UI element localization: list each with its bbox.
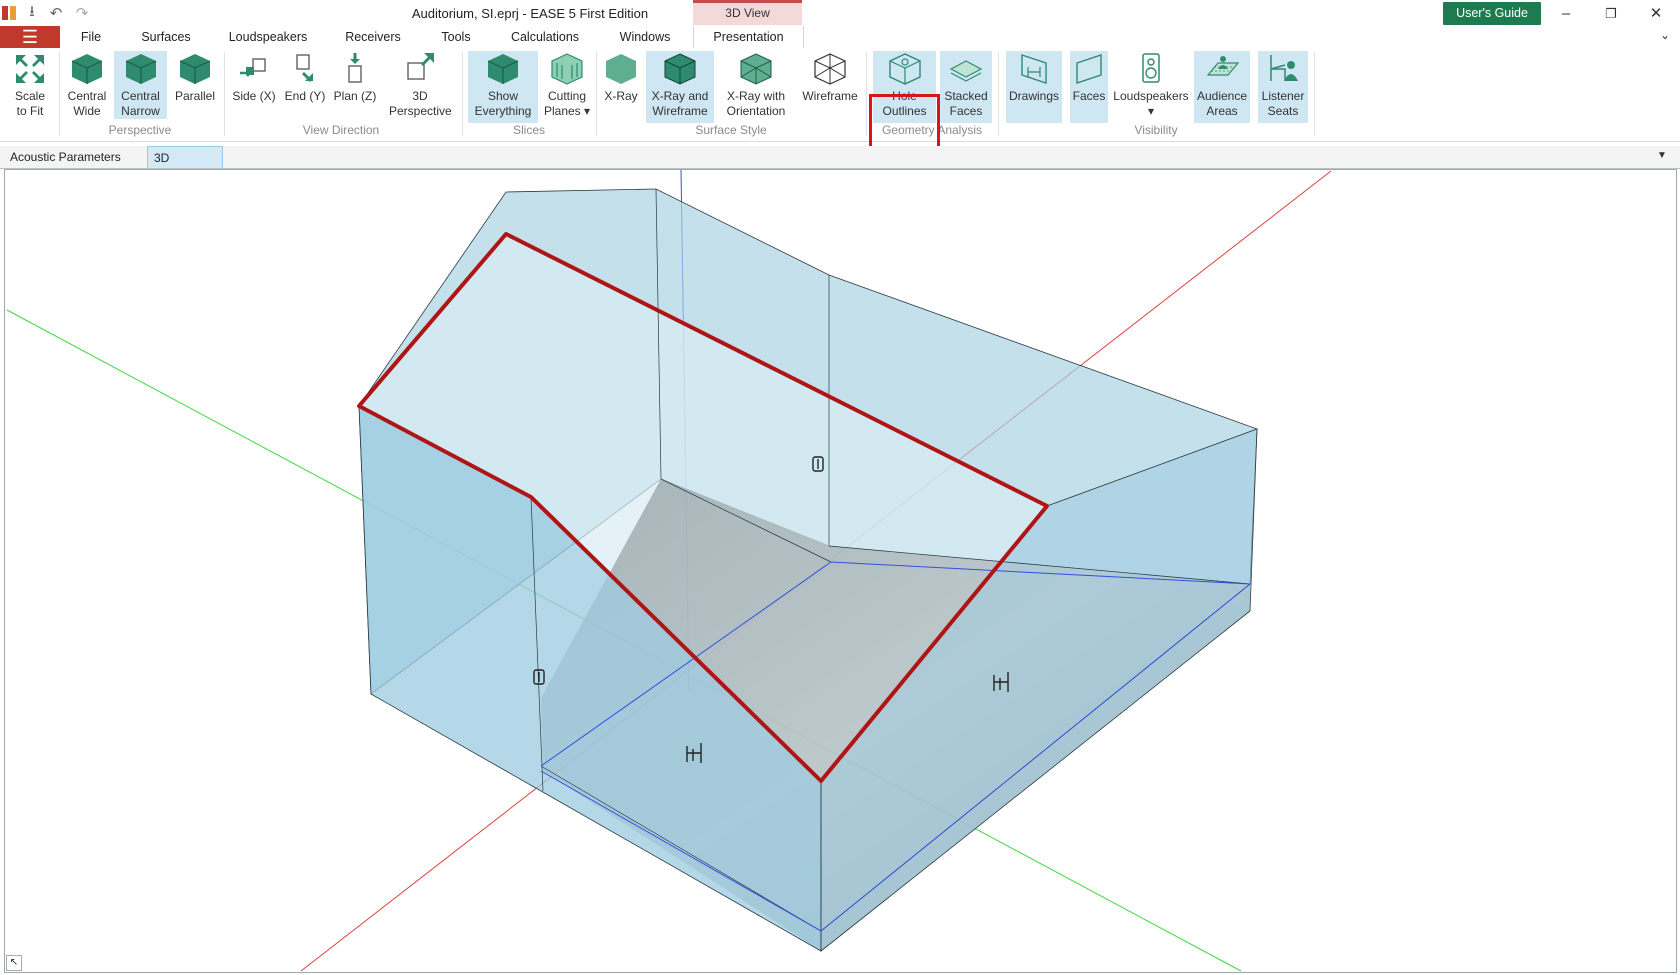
solid-cube-icon	[487, 54, 519, 84]
tab-calculations[interactable]: Calculations	[505, 26, 585, 48]
3d-scene[interactable]	[5, 170, 1677, 973]
tab-receivers[interactable]: Receivers	[340, 26, 406, 48]
drawings-icon	[1021, 54, 1047, 84]
ribbon-collapse-icon[interactable]: ⌄	[1660, 28, 1670, 42]
tab-presentation[interactable]: Presentation	[693, 26, 804, 48]
end-y-label: End (Y)	[284, 89, 326, 103]
room-volume	[358, 188, 1258, 952]
tab-surfaces[interactable]: Surfaces	[135, 26, 197, 48]
users-guide-button[interactable]: User's Guide	[1443, 2, 1541, 25]
tab-windows[interactable]: Windows	[612, 26, 678, 48]
cube-icon	[125, 54, 156, 84]
separator	[866, 52, 867, 136]
side-x-button[interactable]: Side (X)	[230, 51, 278, 104]
tabs-dropdown-icon[interactable]: ▼	[1657, 150, 1667, 161]
pointer-tool-icon[interactable]: ↖	[6, 955, 22, 971]
context-tab-title: 3D View	[693, 0, 802, 25]
listener-seats-icon	[1270, 55, 1298, 81]
listener-seats-button[interactable]: Listener Seats	[1258, 51, 1308, 123]
end-view-icon	[296, 54, 313, 83]
separator	[998, 52, 999, 136]
separator	[596, 52, 597, 136]
stacked-faces-label: Stacked Faces	[944, 89, 988, 118]
tab-file[interactable]: File	[72, 26, 110, 48]
group-label-surface-style: Surface Style	[695, 123, 767, 137]
hamburger-icon: ☰	[21, 26, 39, 47]
3d-perspective-button[interactable]: 3D Perspective	[389, 51, 452, 119]
parallel-label: Parallel	[174, 89, 216, 103]
plan-z-label: Plan (Z)	[333, 89, 377, 103]
tab-tools[interactable]: Tools	[435, 26, 477, 48]
cutting-planes-icon	[551, 53, 583, 85]
doc-tab-acoustic-parameters[interactable]: Acoustic Parameters	[4, 146, 144, 168]
xray-wireframe-button[interactable]: X-Ray and Wireframe	[646, 51, 714, 123]
stacked-faces-icon	[949, 60, 983, 82]
faces-label: Faces	[1072, 89, 1106, 103]
central-narrow-button[interactable]: Central Narrow	[114, 51, 167, 119]
drawings-label: Drawings	[1008, 89, 1059, 103]
loudspeakers-label: Loudspeakers ▾	[1113, 89, 1189, 118]
scale-to-fit-icon	[16, 55, 44, 83]
wireframe-button[interactable]: Wireframe	[798, 51, 862, 104]
loudspeakers-visibility-button[interactable]: Loudspeakers ▾	[1112, 51, 1190, 119]
perspective-3d-icon	[407, 53, 434, 80]
xray-orientation-icon	[740, 53, 772, 85]
xray-cube-icon	[606, 54, 636, 84]
window-title: Auditorium, SI.eprj - EASE 5 First Editi…	[411, 6, 649, 21]
document-tabs-bar: Acoustic Parameters 3D View✕	[0, 146, 1680, 187]
audience-areas-button[interactable]: Audience Areas	[1194, 51, 1250, 123]
central-narrow-label: Central Narrow	[121, 89, 160, 118]
xray-wireframe-label: X-Ray and Wireframe	[651, 89, 709, 118]
scale-to-fit-button[interactable]: Scale to Fit	[6, 51, 54, 119]
hamburger-menu-button[interactable]: ☰	[0, 26, 60, 48]
group-label-perspective: Perspective	[108, 123, 172, 137]
audience-areas-label: Audience Areas	[1196, 89, 1248, 118]
separator	[462, 52, 463, 136]
central-wide-label: Central Wide	[67, 89, 107, 118]
tab-loudspeakers[interactable]: Loudspeakers	[225, 26, 311, 48]
cube-icon	[71, 54, 103, 84]
ribbon: Scale to Fit Central Wide Central Narrow…	[0, 48, 1680, 173]
side-view-icon	[240, 58, 266, 77]
title-bar: ⭳ ↶ ↷ Auditorium, SI.eprj - EASE 5 First…	[0, 0, 1680, 28]
faces-button[interactable]: Faces	[1070, 51, 1108, 123]
plan-view-icon	[348, 53, 362, 83]
minimize-button[interactable]: –	[1546, 2, 1586, 26]
wireframe-label: Wireframe	[802, 89, 858, 103]
xray-orientation-button[interactable]: X-Ray with Orientation	[719, 51, 793, 119]
xray-wireframe-icon	[664, 53, 696, 85]
group-label-view-direction: View Direction	[302, 123, 380, 137]
listener-seats-label: Listener Seats	[1261, 89, 1305, 118]
audience-areas-icon	[1206, 56, 1240, 76]
xray-button[interactable]: X-Ray	[601, 51, 641, 104]
cutting-planes-label: Cutting Planes ▾	[543, 89, 591, 118]
cutting-planes-button[interactable]: Cutting Planes ▾	[542, 51, 592, 119]
central-wide-button[interactable]: Central Wide	[63, 51, 111, 119]
separator	[224, 52, 225, 136]
side-x-label: Side (X)	[232, 89, 276, 103]
3d-perspective-label: 3D Perspective	[389, 89, 452, 118]
scale-to-fit-label: Scale to Fit	[14, 89, 46, 118]
end-y-button[interactable]: End (Y)	[281, 51, 329, 104]
plan-z-button[interactable]: Plan (Z)	[331, 51, 379, 104]
group-label-slices: Slices	[512, 123, 545, 137]
loudspeaker-icon	[1142, 53, 1160, 83]
doc-tab-3d-view[interactable]: 3D View✕	[147, 146, 223, 187]
parallel-button[interactable]: Parallel	[171, 51, 219, 104]
stacked-faces-button[interactable]: Stacked Faces	[940, 51, 992, 123]
drawings-button[interactable]: Drawings	[1006, 51, 1062, 123]
close-button[interactable]: ✕	[1636, 2, 1676, 26]
wireframe-icon	[814, 53, 846, 85]
cube-icon	[179, 54, 211, 84]
faces-icon	[1076, 54, 1102, 84]
3d-viewport[interactable]	[4, 169, 1677, 973]
xray-orientation-label: X-Ray with Orientation	[726, 89, 786, 118]
show-everything-label: Show Everything	[474, 89, 532, 118]
hole-outlines-icon	[888, 53, 921, 85]
xray-label: X-Ray	[604, 89, 638, 103]
group-label-visibility: Visibility	[1134, 123, 1178, 137]
separator	[1314, 52, 1315, 136]
restore-button[interactable]: ❐	[1591, 2, 1631, 26]
show-everything-button[interactable]: Show Everything	[468, 51, 538, 123]
